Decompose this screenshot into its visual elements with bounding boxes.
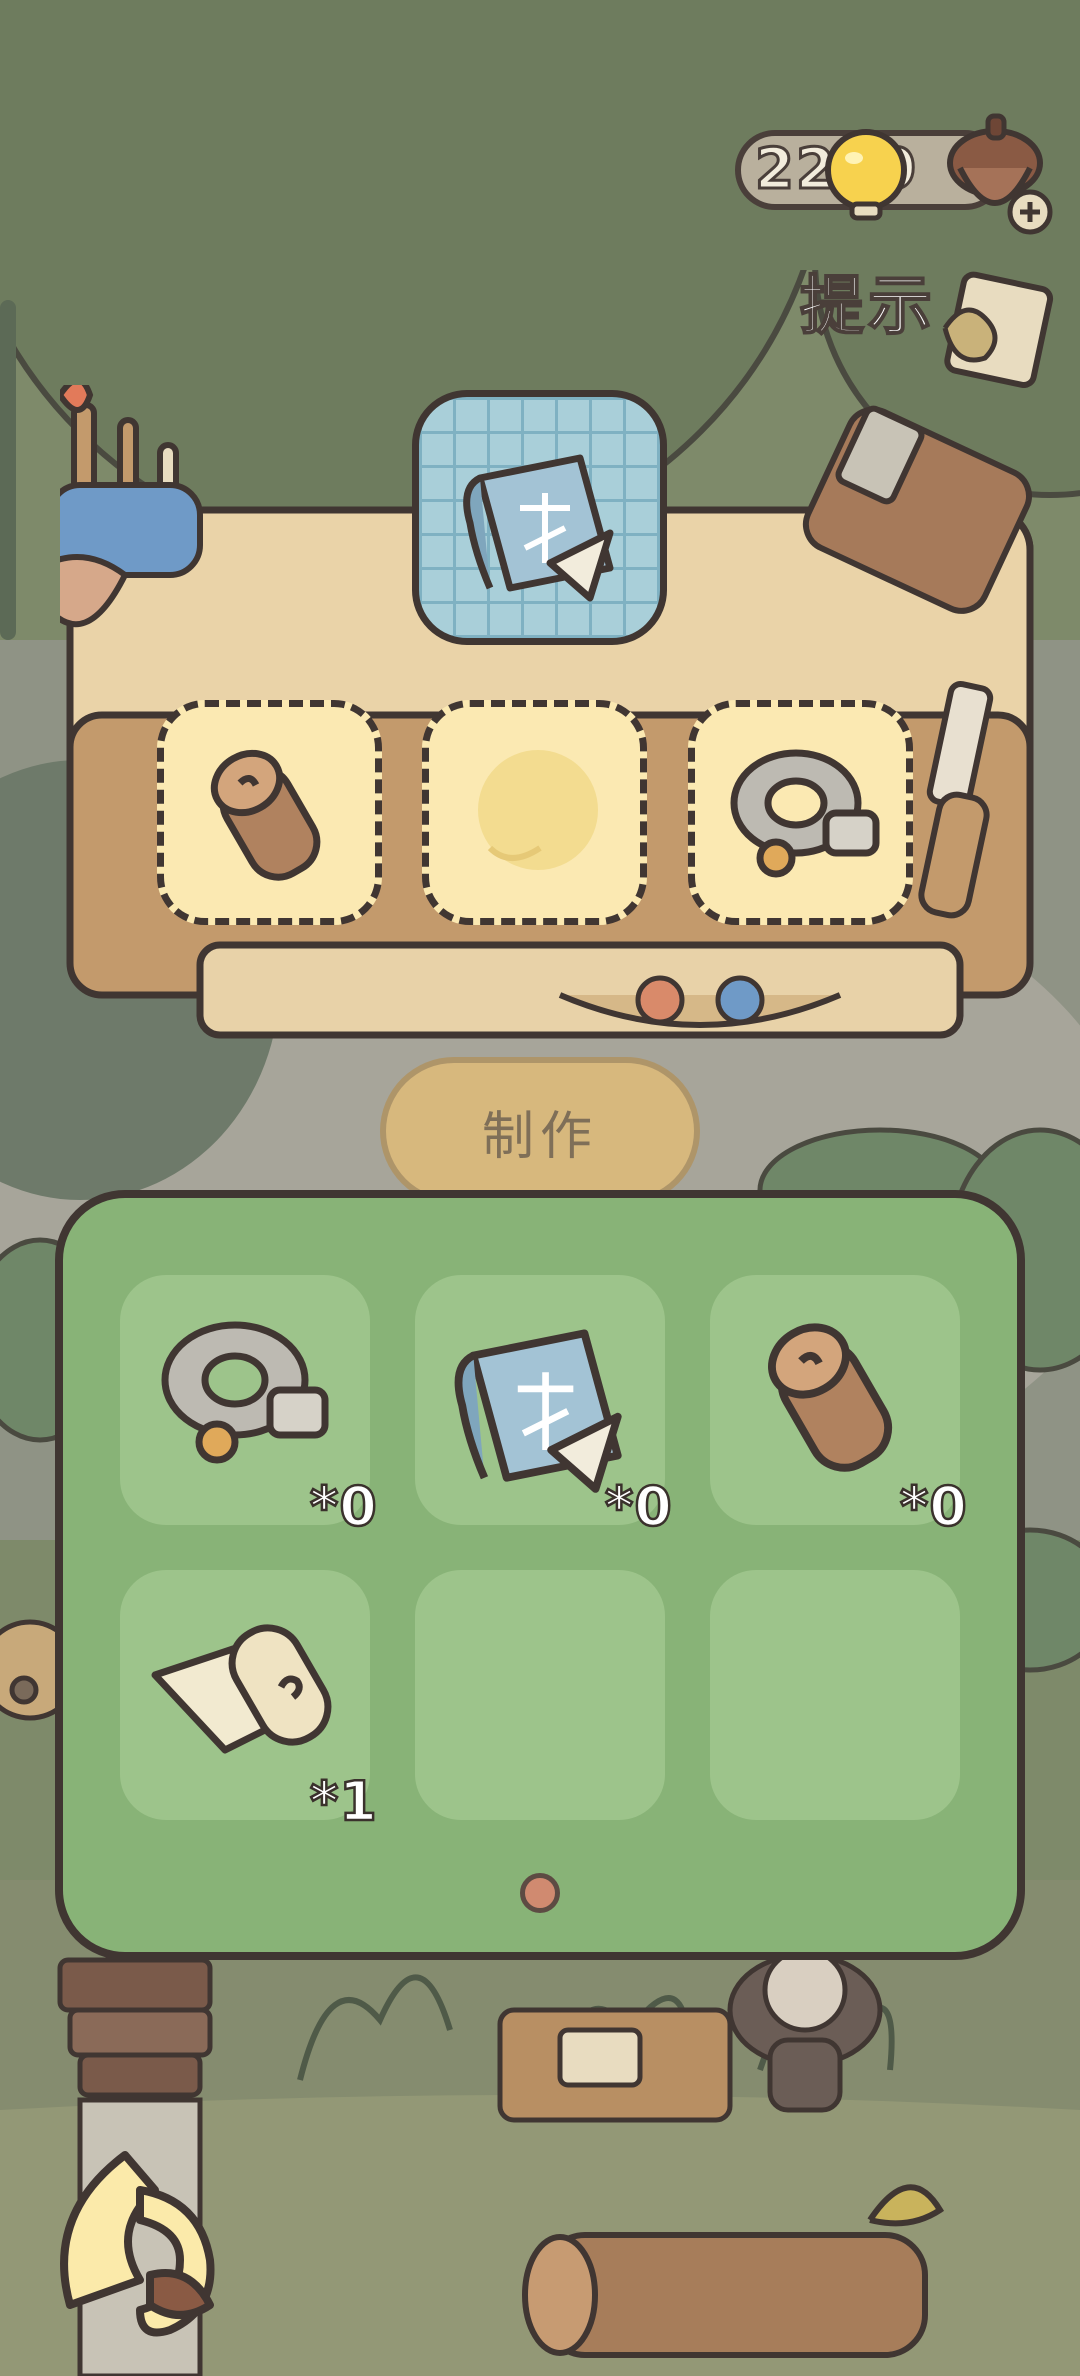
cloth-roll-placeholder-icon	[477, 749, 598, 870]
craft-target-card	[412, 390, 667, 645]
hint-label[interactable]: 提示	[799, 255, 936, 347]
cloth-roll-icon	[151, 1624, 332, 1754]
inventory-count-blueprint: *0	[604, 1474, 673, 1540]
page-indicator-dot[interactable]	[520, 1873, 560, 1913]
craft-button[interactable]: 制作	[380, 1057, 700, 1205]
log-icon	[210, 749, 320, 881]
inventory-count-gear-parts: *0	[309, 1474, 378, 1540]
inventory-count-cloth-roll: *1	[309, 1769, 378, 1835]
inventory-slot-empty[interactable]	[415, 1570, 665, 1820]
ingredient-slot-log[interactable]	[157, 700, 382, 925]
gear-parts-icon	[730, 749, 879, 877]
ingredient-slot-gear-parts[interactable]	[688, 700, 913, 925]
gear-parts-icon	[161, 1321, 329, 1464]
blueprint-icon	[454, 1329, 622, 1493]
ingredient-slot-cloth-roll[interactable]	[422, 700, 647, 925]
hint-card-icon[interactable]	[935, 268, 1055, 388]
log-icon	[768, 1323, 893, 1472]
inventory-count-log: *0	[899, 1474, 968, 1540]
inventory-slot-empty[interactable]	[710, 1570, 960, 1820]
back-arrow-button[interactable]	[30, 2135, 240, 2345]
lightbulb-icon	[825, 129, 907, 221]
acorn-add-button[interactable]	[940, 108, 1060, 238]
blueprint-icon	[462, 454, 613, 601]
